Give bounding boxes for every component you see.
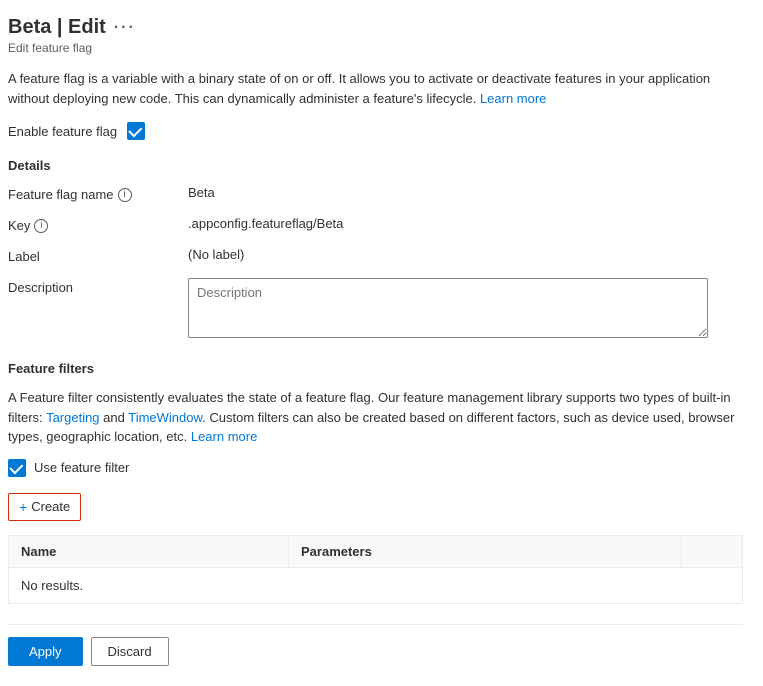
enable-label: Enable feature flag (8, 124, 117, 139)
plus-icon: + (19, 499, 27, 515)
field-label-key: Key i (8, 216, 188, 233)
page-title: Beta | Edit (8, 16, 106, 39)
footer-bar: Apply Discard (8, 624, 743, 666)
field-label-label: Label (8, 247, 188, 264)
name-info-icon[interactable]: i (118, 188, 132, 202)
use-filter-checkbox[interactable] (8, 459, 26, 477)
field-row-key: Key i .appconfig.featureflag/Beta (8, 216, 743, 233)
page-container: Beta | Edit ··· Edit feature flag A feat… (0, 0, 763, 686)
details-section: Details Feature flag name i Beta Key i .… (8, 158, 743, 341)
field-value-key: .appconfig.featureflag/Beta (188, 216, 743, 231)
field-row-description: Description (8, 278, 743, 341)
field-row-name: Feature flag name i Beta (8, 185, 743, 202)
details-section-title: Details (8, 158, 743, 173)
page-title-row: Beta | Edit ··· (8, 16, 743, 39)
create-btn-label: Create (31, 499, 70, 514)
timewindow-text: TimeWindow (128, 410, 202, 425)
key-info-icon[interactable]: i (34, 219, 48, 233)
filters-description: A Feature filter consistently evaluates … (8, 388, 743, 447)
table-header-actions (682, 536, 742, 567)
field-label-description: Description (8, 278, 188, 295)
intro-learn-more-link[interactable]: Learn more (480, 91, 546, 106)
use-filter-label: Use feature filter (34, 460, 129, 475)
table-header-name: Name (9, 536, 289, 567)
table-header-parameters: Parameters (289, 536, 682, 567)
field-row-label: Label (No label) (8, 247, 743, 264)
create-button[interactable]: + Create (8, 493, 81, 521)
filters-section: Feature filters A Feature filter consist… (8, 361, 743, 604)
more-options-icon[interactable]: ··· (114, 19, 136, 37)
use-filter-row: Use feature filter (8, 459, 743, 477)
field-label-name: Feature flag name i (8, 185, 188, 202)
filters-learn-more-link[interactable]: Learn more (191, 429, 257, 444)
discard-button[interactable]: Discard (91, 637, 169, 666)
intro-text-body: A feature flag is a variable with a bina… (8, 71, 710, 106)
intro-text: A feature flag is a variable with a bina… (8, 69, 743, 108)
apply-button[interactable]: Apply (8, 637, 83, 666)
enable-checkbox[interactable] (127, 122, 145, 140)
description-textarea[interactable] (188, 278, 708, 338)
table-empty-text: No results. (9, 568, 742, 603)
filters-section-title: Feature filters (8, 361, 743, 376)
targeting-text: Targeting (46, 410, 99, 425)
filters-table: Name Parameters No results. (8, 535, 743, 604)
table-header: Name Parameters (9, 536, 742, 568)
page-subtitle: Edit feature flag (8, 41, 743, 55)
enable-row: Enable feature flag (8, 122, 743, 140)
field-value-name: Beta (188, 185, 743, 200)
field-value-label: (No label) (188, 247, 743, 262)
table-body: No results. (9, 568, 742, 604)
